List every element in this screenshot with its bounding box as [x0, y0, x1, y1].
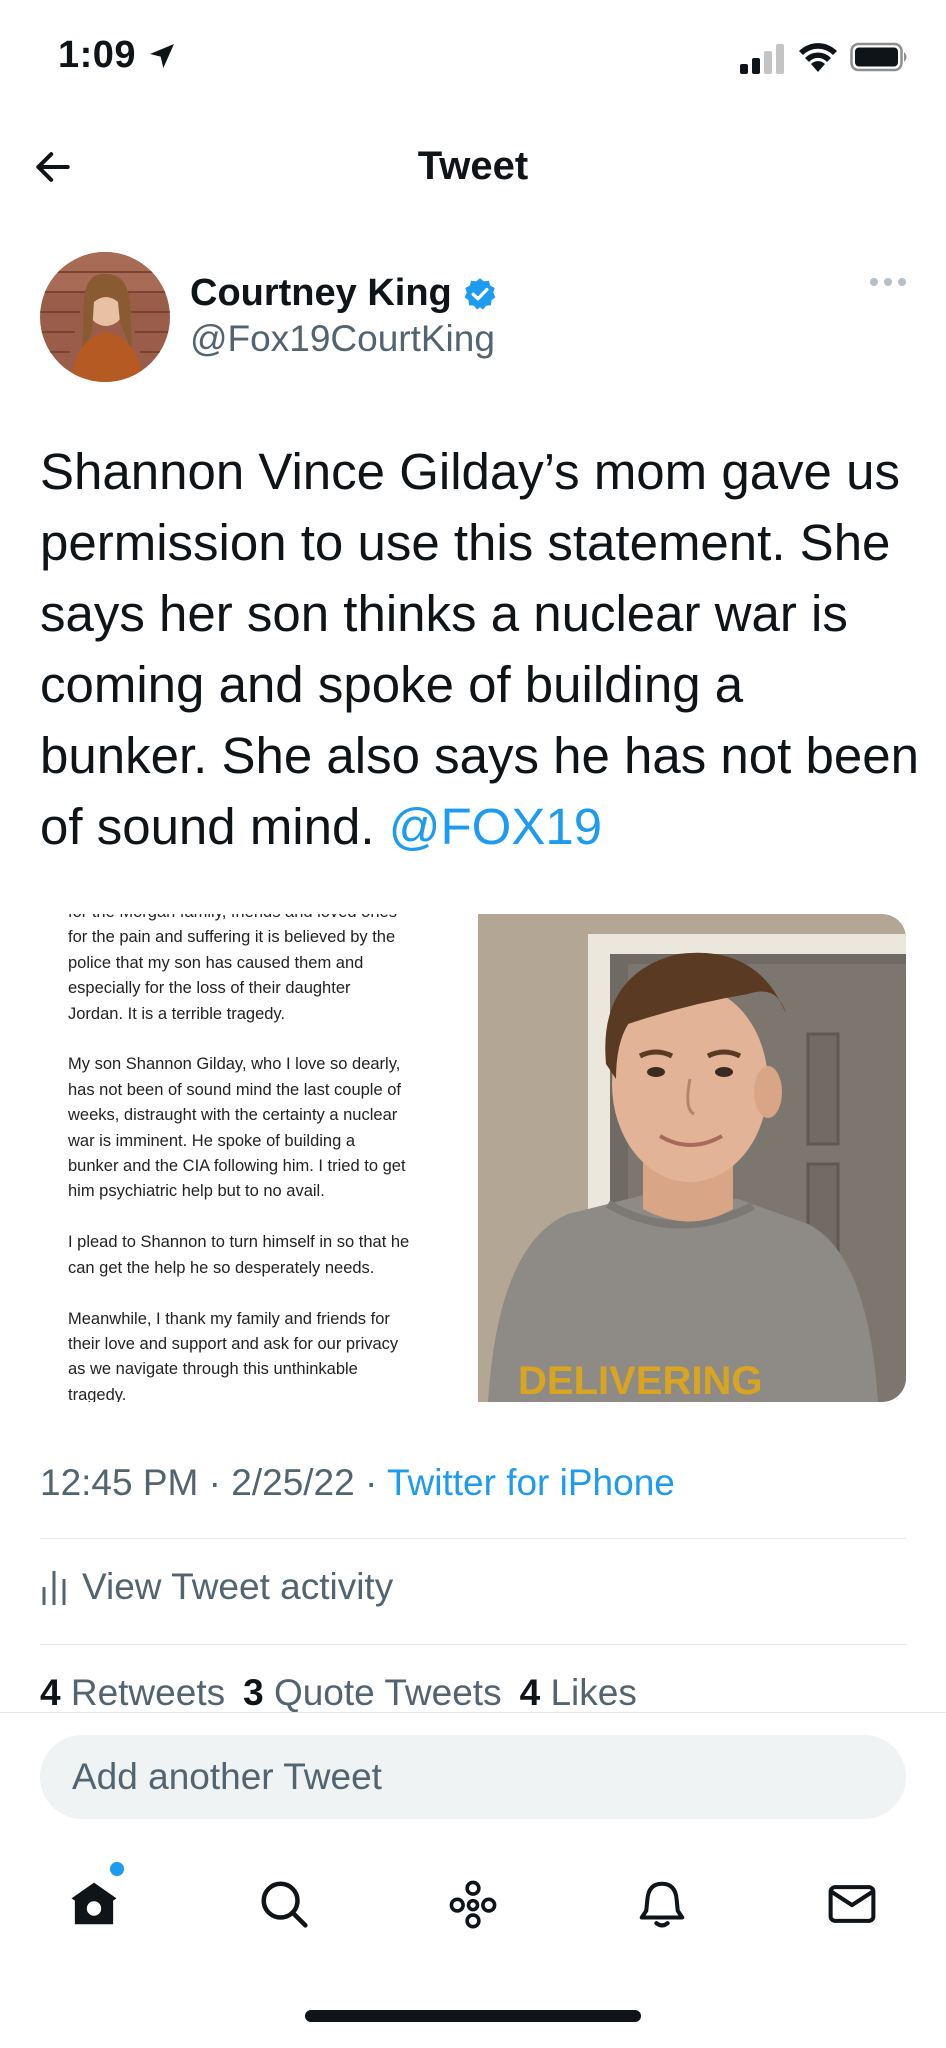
tweet-date: 2/25/22: [231, 1462, 355, 1503]
tweet-author: Courtney King @Fox19CourtKing: [40, 250, 910, 386]
retweets-count: 4: [40, 1672, 61, 1713]
new-content-dot: [110, 1862, 124, 1876]
search-icon: [261, 1881, 308, 1928]
reply-bar: Add another Tweet: [0, 1712, 946, 1836]
nav-messages[interactable]: [822, 1874, 882, 1934]
wifi-icon: [799, 43, 837, 72]
author-name[interactable]: Courtney King: [190, 272, 452, 315]
meta-separator: ·: [208, 1462, 221, 1503]
home-icon: [71, 1882, 117, 1925]
view-tweet-activity-button[interactable]: View Tweet activity: [40, 1566, 393, 1608]
divider: [40, 1644, 906, 1645]
tweet-text: Shannon Vince Gilday’s mom gave us permi…: [40, 436, 920, 862]
likes-label: Likes: [550, 1672, 637, 1713]
tweet-meta: 12:45 PM · 2/25/22 · Twitter for iPhone: [40, 1462, 675, 1504]
author-name-row[interactable]: Courtney King: [190, 272, 498, 315]
tweet-time: 12:45 PM: [40, 1462, 199, 1503]
nav-home[interactable]: [64, 1874, 124, 1934]
notifications-icon: [639, 1881, 685, 1928]
author-handle[interactable]: @Fox19CourtKing: [190, 318, 495, 360]
divider: [40, 1538, 906, 1539]
messages-icon: [828, 1885, 876, 1923]
bottom-navigation: [0, 1852, 946, 1952]
location-arrow-icon: [150, 44, 174, 68]
mention-link[interactable]: @FOX19: [389, 798, 602, 855]
meta-separator: ·: [365, 1462, 378, 1503]
likes-count: 4: [519, 1672, 541, 1713]
nav-spaces[interactable]: [443, 1874, 503, 1934]
retweets-stat[interactable]: 4 Retweets: [40, 1672, 225, 1714]
tweet-stats: 4 Retweets 3 Quote Tweets 4 Likes: [40, 1672, 637, 1714]
likes-stat[interactable]: 4 Likes: [520, 1672, 637, 1714]
quote-tweets-count: 3: [243, 1672, 264, 1713]
tweet-media[interactable]: for the Morgan family, friends and loved…: [40, 914, 906, 1402]
analytics-icon: [42, 1571, 66, 1605]
tweet-header: Tweet: [0, 118, 946, 218]
home-indicator[interactable]: [305, 2010, 641, 2022]
quote-tweets-label: Quote Tweets: [273, 1672, 502, 1713]
tweet-source-link[interactable]: Twitter for iPhone: [387, 1462, 675, 1503]
signal-icon: [740, 44, 784, 74]
verified-badge-icon: [464, 277, 496, 310]
retweets-label: Retweets: [70, 1672, 226, 1713]
avatar[interactable]: [40, 252, 170, 382]
view-tweet-activity-label: View Tweet activity: [82, 1566, 394, 1607]
portrait-photo[interactable]: DELIVERING: [478, 914, 906, 1402]
shirt-text: DELIVERING: [518, 1359, 762, 1402]
tweet-body: Shannon Vince Gilday’s mom gave us permi…: [40, 443, 919, 855]
nav-search[interactable]: [254, 1874, 314, 1934]
page-title: Tweet: [417, 144, 529, 188]
nav-notifications[interactable]: [632, 1874, 692, 1934]
tweet-detail-screen: 1:09 Tweet Courtney King @Fox19CourtKing…: [0, 0, 946, 2048]
more-options-icon[interactable]: [870, 272, 910, 292]
statement-image[interactable]: for the Morgan family, friends and loved…: [40, 914, 478, 1402]
add-another-tweet-input[interactable]: Add another Tweet: [40, 1735, 906, 1819]
status-bar: 1:09: [0, 0, 946, 118]
quote-tweets-stat[interactable]: 3 Quote Tweets: [243, 1672, 501, 1714]
statement-text: for the Morgan family, friends and loved…: [68, 914, 410, 1402]
battery-icon: [850, 42, 907, 72]
spaces-icon: [449, 1880, 497, 1929]
status-time: 1:09: [58, 34, 137, 76]
